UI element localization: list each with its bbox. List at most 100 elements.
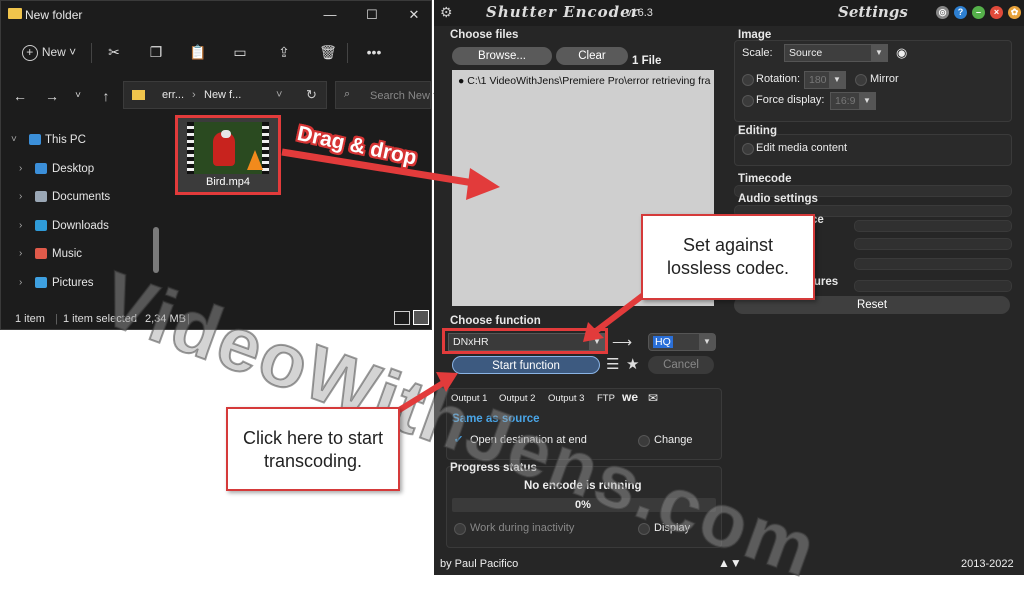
checkbox-checked-icon[interactable]: ✔ (454, 433, 463, 446)
status-selected: 1 item selected (63, 313, 137, 325)
chevron-down-icon[interactable]: ▼ (871, 45, 887, 61)
scale-label: Scale: (742, 47, 773, 59)
tab-ftp[interactable]: FTP (597, 393, 615, 404)
donate-icon[interactable]: ✿ (1008, 6, 1021, 19)
change-radio[interactable] (638, 435, 650, 447)
close-button[interactable]: ✕ (399, 5, 429, 25)
navigation-pane: ˅ This PC › Desktop › Documents › Downlo… (1, 121, 161, 307)
folder-icon (132, 90, 145, 100)
file-path: C:\1 VideoWithJens\Premiere Pro\error re… (467, 75, 711, 87)
edit-media-radio[interactable] (742, 143, 754, 155)
chevron-down-icon[interactable]: ▼ (829, 72, 845, 88)
up-icon[interactable]: ↑ (95, 85, 117, 107)
maximize-button[interactable]: ☐ (357, 5, 387, 25)
force-display-select[interactable]: 16:9 ▼ (830, 92, 876, 110)
new-button[interactable]: + New ˅ (17, 41, 81, 63)
sidebar-item-label: Desktop (52, 163, 95, 175)
output-destination: Same as source (452, 413, 540, 425)
start-function-button[interactable]: Start function (452, 356, 600, 374)
scale-select[interactable]: Source ▼ (784, 44, 888, 62)
list-item[interactable]: ● C:\1 VideoWithJens\Premiere Pro\error … (458, 75, 710, 87)
parrot-image (221, 130, 231, 138)
explorer-navbar: ← → ˅ ↑ err... › New f... ˅ ↻ ⌕ Search N… (1, 79, 442, 113)
chevron-right-icon[interactable]: › (19, 215, 22, 237)
divider: | (187, 313, 190, 325)
chevron-right-icon[interactable]: › (19, 158, 22, 180)
back-icon[interactable]: ← (9, 85, 31, 107)
tiles-view-icon[interactable] (413, 310, 429, 325)
breadcrumb-segment[interactable]: err... (162, 89, 184, 101)
callout-line: transcoding. (263, 451, 363, 471)
share-icon[interactable]: ⇪ (273, 41, 295, 63)
delete-icon[interactable]: 🗑 (317, 41, 339, 63)
work-inactivity-radio[interactable] (454, 523, 466, 535)
browse-button[interactable]: Browse... (452, 47, 552, 65)
sidebar-item-label: Downloads (52, 220, 109, 232)
profile-select[interactable]: HQ ▼ (648, 333, 716, 351)
tab-output-3[interactable]: Output 3 (548, 393, 584, 404)
downloads-icon (35, 220, 47, 231)
gear-icon[interactable]: ⚙ (440, 4, 453, 21)
callout-line: Set against (682, 235, 774, 255)
copy-icon[interactable]: ❐ (145, 41, 167, 63)
breadcrumb-segment[interactable]: New f... (204, 89, 241, 101)
mirror-radio[interactable] (855, 74, 867, 86)
audio-settings-section[interactable]: Audio settings (738, 193, 818, 205)
chevron-right-icon[interactable]: › (19, 186, 22, 208)
globe-icon[interactable]: ◎ (936, 6, 949, 19)
file-item-bird[interactable]: Bird.mp4 (175, 115, 281, 195)
tab-output-2[interactable]: Output 2 (499, 393, 535, 404)
app-footer: by Paul Pacifico ▲▼ 2013-2022 (434, 553, 1024, 575)
file-count: 1 File (632, 55, 662, 67)
wetransfer-icon[interactable]: we (622, 390, 638, 404)
display-label: Display (654, 522, 691, 534)
rotation-radio[interactable] (742, 74, 754, 86)
chevron-down-icon[interactable]: ▼ (699, 334, 715, 350)
sidebar-scrollbar[interactable] (153, 227, 159, 273)
cancel-button[interactable]: Cancel (648, 356, 714, 374)
forward-icon[interactable]: → (41, 85, 63, 107)
tab-output-1[interactable]: Output 1 (451, 393, 487, 404)
rename-icon[interactable]: ▭ (229, 41, 251, 63)
search-input[interactable]: ⌕ Search New fo (335, 81, 442, 109)
minimize-icon[interactable]: – (972, 6, 985, 19)
rotation-label: Rotation: (756, 73, 801, 85)
force-display-radio[interactable] (742, 95, 754, 107)
rotation-select[interactable]: 180 ▼ (804, 71, 846, 89)
paste-icon[interactable]: 📋 (187, 41, 209, 63)
image-title: Image (738, 29, 772, 41)
display-radio[interactable] (638, 523, 650, 535)
close-icon[interactable]: × (990, 6, 1003, 19)
explorer-titlebar: New folder — ☐ ✕ (1, 1, 431, 29)
force-display-label: Force display: (756, 94, 825, 106)
app-name: Shutter Encoder (486, 3, 640, 21)
clear-button[interactable]: Clear (556, 47, 628, 65)
eye-icon[interactable]: ◉ (896, 45, 907, 61)
menu-icon[interactable]: ☰ (606, 355, 619, 373)
timecode-section[interactable]: Timecode (738, 173, 791, 185)
more-icon[interactable]: ••• (361, 41, 387, 63)
sidebar-item-label: Documents (52, 191, 111, 203)
refresh-icon[interactable]: ↻ (306, 87, 317, 103)
details-view-icon[interactable] (394, 311, 410, 325)
chevron-right-icon[interactable]: › (19, 243, 22, 265)
function-highlight (442, 328, 608, 354)
edit-media-label: Edit media content (756, 142, 848, 154)
chevron-down-icon[interactable]: ˅ (11, 129, 17, 151)
section-divider (854, 220, 1012, 232)
app-version: v16.3 (626, 7, 653, 19)
video-thumbnail (187, 122, 269, 174)
minimize-button[interactable]: — (315, 5, 345, 25)
address-bar[interactable]: err... › New f... ˅ ↻ (123, 81, 327, 109)
expand-arrows-icon[interactable]: ▲▼ (718, 556, 742, 570)
chevron-right-icon[interactable]: › (19, 272, 22, 294)
mail-icon[interactable]: ✉ (648, 391, 658, 405)
chevron-down-icon[interactable]: ▼ (859, 93, 875, 109)
cut-icon[interactable]: ✂ (103, 41, 125, 63)
window-title: New folder (25, 8, 83, 22)
file-explorer-window: New folder — ☐ ✕ + New ˅ ✂ ❐ 📋 ▭ ⇪ 🗑 ••• … (0, 0, 442, 330)
chevron-down-icon[interactable]: ˅ (67, 85, 89, 107)
chevron-down-icon[interactable]: ˅ (276, 89, 282, 101)
star-icon[interactable]: ★ (626, 355, 639, 373)
help-icon[interactable]: ? (954, 6, 967, 19)
